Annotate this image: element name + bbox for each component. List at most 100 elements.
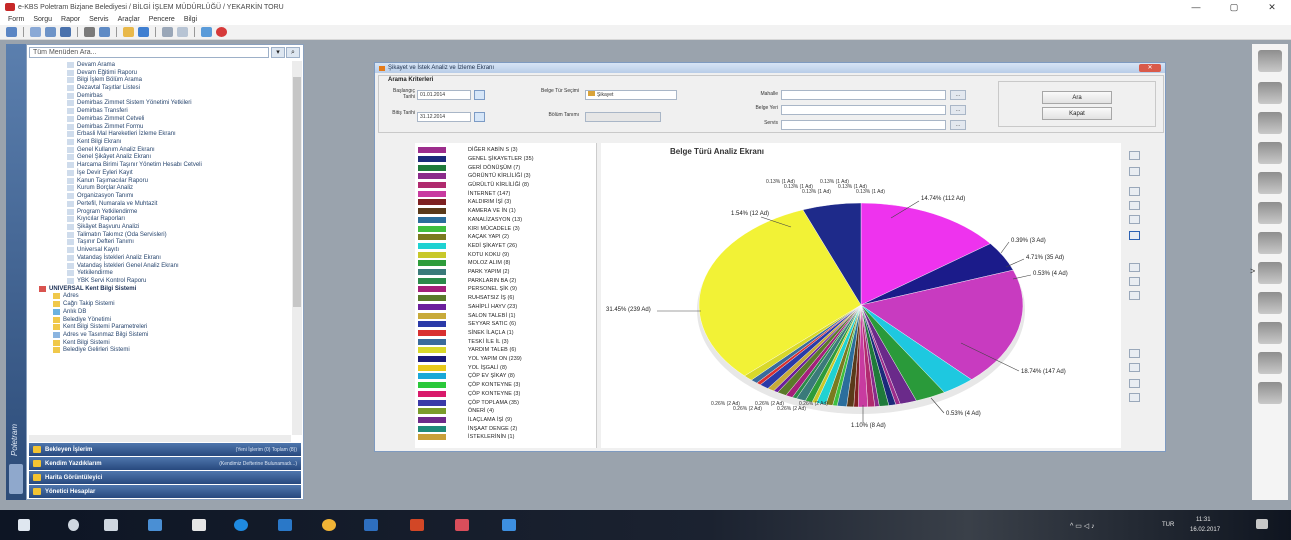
- tree-item[interactable]: İşe Devir Eyleri Kayıt: [29, 169, 291, 177]
- tray-icons[interactable]: ^ ▭ ◁ ♪: [1070, 522, 1095, 530]
- chart-print-icon[interactable]: [1129, 349, 1140, 358]
- maximize-button[interactable]: ▢: [1215, 0, 1253, 14]
- stop-icon[interactable]: [216, 27, 227, 37]
- calendar-icon[interactable]: [474, 90, 485, 100]
- close-dialog-button[interactable]: Kapat: [1042, 107, 1112, 120]
- tree-item[interactable]: Yetkilendirme: [29, 269, 291, 277]
- remote-icon[interactable]: [278, 519, 292, 531]
- tree-item[interactable]: Demirbas Zimmet Formu: [29, 123, 291, 131]
- document-stack-icon[interactable]: [1258, 172, 1282, 194]
- chart-icon[interactable]: [1258, 262, 1282, 284]
- doc-type-select[interactable]: Şikayet: [585, 90, 677, 100]
- start-icon[interactable]: [18, 519, 30, 531]
- menu-pencere[interactable]: Pencere: [149, 16, 175, 23]
- gear-icon[interactable]: [1258, 292, 1282, 314]
- word-icon[interactable]: [364, 519, 378, 531]
- folder-icon[interactable]: [123, 27, 134, 37]
- server-icon[interactable]: [1258, 232, 1282, 254]
- tree-item[interactable]: Talimatın Takımız (Oda Servisleri): [29, 231, 291, 239]
- menu-form[interactable]: Form: [8, 16, 24, 23]
- search-button[interactable]: Ara: [1042, 91, 1112, 104]
- tree-item[interactable]: Demirbas Transferi: [29, 107, 291, 115]
- start-date-field[interactable]: 01.01.2014: [417, 90, 471, 100]
- menu-rapor[interactable]: Rapor: [61, 16, 80, 23]
- close-button[interactable]: ✕: [1253, 0, 1291, 14]
- section-my-notes[interactable]: Kendim Yazdıklarım (Kendimiz Defterine Bu…: [29, 457, 301, 470]
- tree-item[interactable]: YBK Servi Kontrol Raporu: [29, 277, 291, 285]
- chart-right-icon[interactable]: [1129, 277, 1140, 286]
- chart-up-icon[interactable]: [1129, 187, 1140, 196]
- tree-item[interactable]: Demirbas Zimmet Sistem Yönetimi Yetkiler…: [29, 100, 291, 108]
- refresh-icon[interactable]: [1258, 82, 1282, 104]
- tree-item[interactable]: Demirbas Zimmet Cetveli: [29, 115, 291, 123]
- globe-icon[interactable]: [138, 27, 149, 37]
- mahalle-lookup-button[interactable]: ...: [950, 90, 966, 100]
- calculator-icon[interactable]: [1258, 50, 1282, 72]
- refresh-icon[interactable]: [201, 27, 212, 37]
- language-indicator[interactable]: TUR: [1162, 522, 1174, 528]
- tree-item[interactable]: Kent Bilgi Sistemi Parametreleri: [29, 323, 291, 331]
- search-icon[interactable]: ⌕: [286, 47, 300, 58]
- chart-select-icon[interactable]: [1129, 231, 1140, 240]
- chart-next-icon[interactable]: [1129, 215, 1140, 224]
- tree-item[interactable]: Taşınır Defteri Tanımı: [29, 239, 291, 247]
- user-icon[interactable]: [1258, 382, 1282, 404]
- printer-icon[interactable]: [1258, 352, 1282, 374]
- dropdown-icon[interactable]: [177, 27, 188, 37]
- servis-lookup-button[interactable]: …: [950, 120, 966, 130]
- menu-bilgi[interactable]: Bilgi: [184, 16, 197, 23]
- tree-item[interactable]: Pertefil, Numarala ve Muhtazit: [29, 200, 291, 208]
- belge-yeri-lookup-button[interactable]: …: [950, 105, 966, 115]
- tree-item[interactable]: Devam Arama: [29, 61, 291, 69]
- tree-item[interactable]: Adres ve Tasınmaz Bilgi Sistemi: [29, 331, 291, 339]
- tree-item[interactable]: Genel Şikâyet Analiz Ekranı: [29, 154, 291, 162]
- chrome-icon[interactable]: [322, 519, 336, 531]
- cd-icon[interactable]: [1258, 112, 1282, 134]
- chart-copy-icon[interactable]: [1129, 167, 1140, 176]
- network-app-icon[interactable]: [502, 519, 516, 531]
- kbs-app-icon[interactable]: [455, 519, 469, 531]
- task-view-icon[interactable]: [104, 519, 118, 531]
- tree-item[interactable]: Kent Bilgi Sistemi: [29, 339, 291, 347]
- tree-item[interactable]: Belediye Gelirleri Sistemi: [29, 347, 291, 355]
- mahalle-field[interactable]: [781, 90, 946, 100]
- edit-icon[interactable]: [1258, 322, 1282, 344]
- menu-servis[interactable]: Servis: [89, 16, 108, 23]
- chart-down-icon[interactable]: [1129, 201, 1140, 210]
- tree-item[interactable]: Anlık DB: [29, 308, 291, 316]
- minimize-button[interactable]: —: [1177, 0, 1215, 14]
- help-icon[interactable]: [99, 27, 110, 37]
- expand-arrow-icon[interactable]: >: [1250, 266, 1255, 276]
- chart-export-icon[interactable]: [1129, 151, 1140, 160]
- tree-item[interactable]: Kurum Borçlar Analiz: [29, 185, 291, 193]
- dialog-close-button[interactable]: ✕: [1139, 64, 1161, 72]
- end-date-field[interactable]: 31.12.2014: [417, 112, 471, 122]
- tree-item[interactable]: Şikâyet Başvuru Analizi: [29, 223, 291, 231]
- menu-araclar[interactable]: Araçlar: [118, 16, 140, 23]
- tree-item[interactable]: Organizasyon Tanımı: [29, 192, 291, 200]
- app-icon[interactable]: [148, 519, 162, 531]
- tree-item[interactable]: Genel Kullanım Analiz Ekranı: [29, 146, 291, 154]
- tree-item[interactable]: Demirbas: [29, 92, 291, 100]
- tree-group-universal[interactable]: UNIVERSAL Kent Bilgi Sistemi: [29, 285, 291, 293]
- window-icon[interactable]: [162, 27, 173, 37]
- tools-icon[interactable]: [1258, 202, 1282, 224]
- section-pending-tasks[interactable]: Bekleyen İşlerim (Yeni İşlerim (0) Toplam…: [29, 443, 301, 456]
- scroll-thumb[interactable]: [293, 77, 301, 307]
- servis-field[interactable]: [781, 120, 946, 130]
- unit-select[interactable]: [585, 112, 661, 122]
- search-dropdown-button[interactable]: ▾: [271, 47, 285, 58]
- tree-item[interactable]: Universal Kayıtı: [29, 246, 291, 254]
- tree-item[interactable]: Harcama Birimi Taşınır Yönetim Hesabı Ce…: [29, 161, 291, 169]
- tree-item[interactable]: Erbasli Mal Hareketleri İzleme Ekranı: [29, 130, 291, 138]
- edge-icon[interactable]: [234, 519, 248, 531]
- belge-yeri-field[interactable]: [781, 105, 946, 115]
- tree-item[interactable]: Kent Bilgi Ekranı: [29, 138, 291, 146]
- menu-search-input[interactable]: Tüm Menüden Ara...: [29, 47, 269, 58]
- chart-dot-icon[interactable]: [1129, 291, 1140, 300]
- chart-edit-icon[interactable]: [1129, 393, 1140, 402]
- monitor-icon[interactable]: [1258, 142, 1282, 164]
- powerpoint-icon[interactable]: [410, 519, 424, 531]
- tree-item[interactable]: Dezavtal Taşıtlar Listesi: [29, 84, 291, 92]
- tree-vertical-scrollbar[interactable]: [292, 61, 302, 435]
